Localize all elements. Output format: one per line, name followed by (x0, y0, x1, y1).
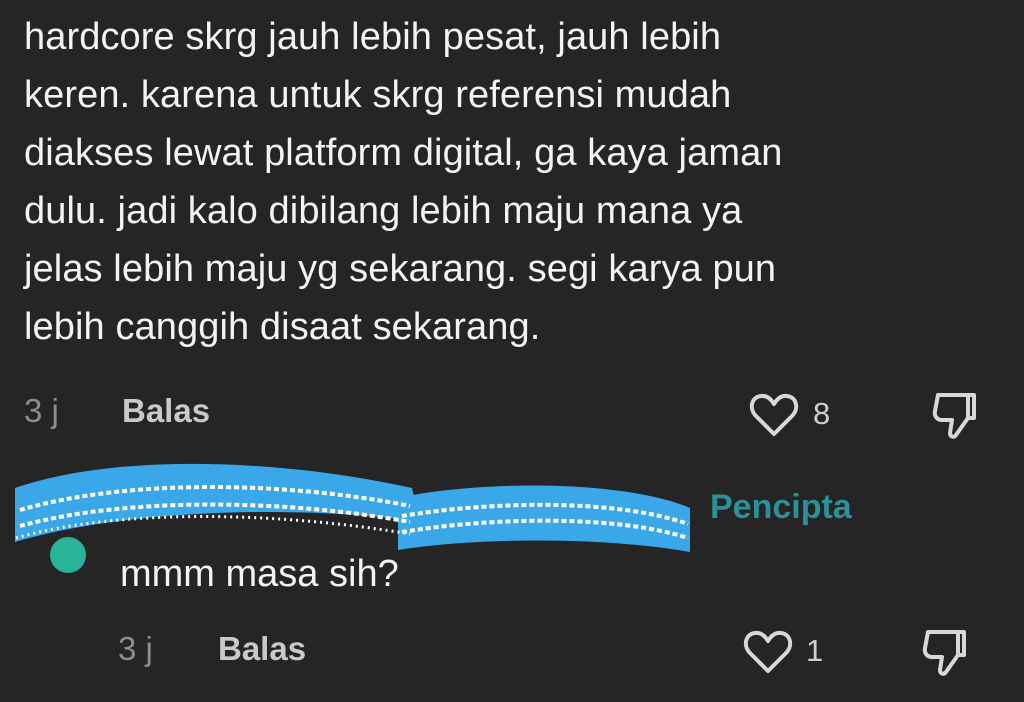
comment-time: 3 j (24, 392, 59, 429)
heart-icon[interactable] (748, 391, 800, 439)
comment-thread: hardcore skrg jauh lebih pesat, jauh leb… (0, 0, 1024, 702)
reply-reply-button[interactable]: Balas (218, 630, 306, 668)
creator-badge: Pencipta (710, 488, 852, 526)
reply-text: mmm masa sih? (120, 553, 399, 595)
comment-reply-button[interactable]: Balas (122, 392, 210, 430)
heart-icon[interactable] (742, 628, 794, 676)
thumbs-down-icon[interactable] (920, 626, 970, 678)
comment-like-count: 8 (813, 396, 831, 431)
reply-time: 3 j (118, 630, 153, 667)
comment-text: hardcore skrg jauh lebih pesat, jauh leb… (24, 16, 783, 348)
thumbs-down-icon[interactable] (930, 389, 980, 441)
reply-like-count: 1 (806, 633, 824, 668)
